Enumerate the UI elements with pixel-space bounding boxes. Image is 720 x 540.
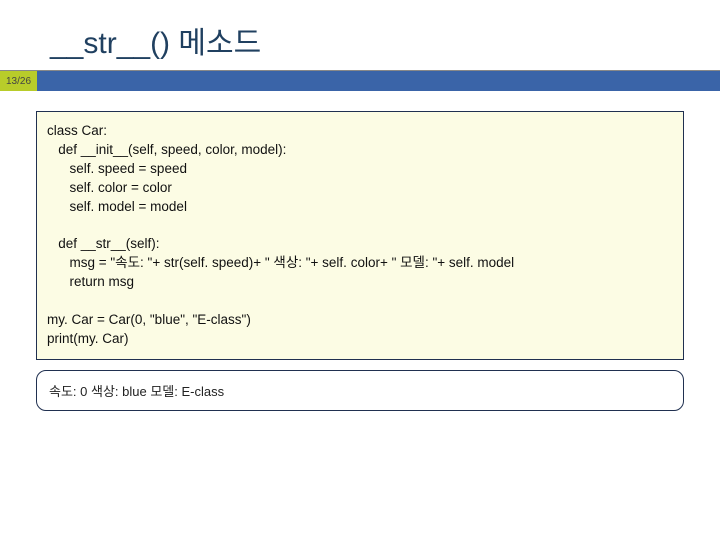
code-line: def __init__(self, speed, color, model): [47,142,286,157]
output-block: 속도: 0 색상: blue 모델: E-class [36,370,684,411]
code-line: self. speed = speed [47,161,187,176]
pagenum-bar: 13/26 [0,71,720,91]
code-line: print(my. Car) [47,331,129,346]
code-line: msg = "속도: "+ str(self. speed)+ " 색상: "+… [47,255,514,270]
code-line: self. color = color [47,180,172,195]
page-number: 13/26 [0,71,37,91]
code-line: def __str__(self): [47,236,160,251]
code-line: class Car: [47,123,107,138]
code-block: class Car: def __init__(self, speed, col… [36,111,684,360]
code-line: self. model = model [47,199,187,214]
slide-title: __str__() 메소드 [0,0,720,71]
code-line: my. Car = Car(0, "blue", "E-class") [47,312,251,327]
code-line: return msg [47,274,134,289]
